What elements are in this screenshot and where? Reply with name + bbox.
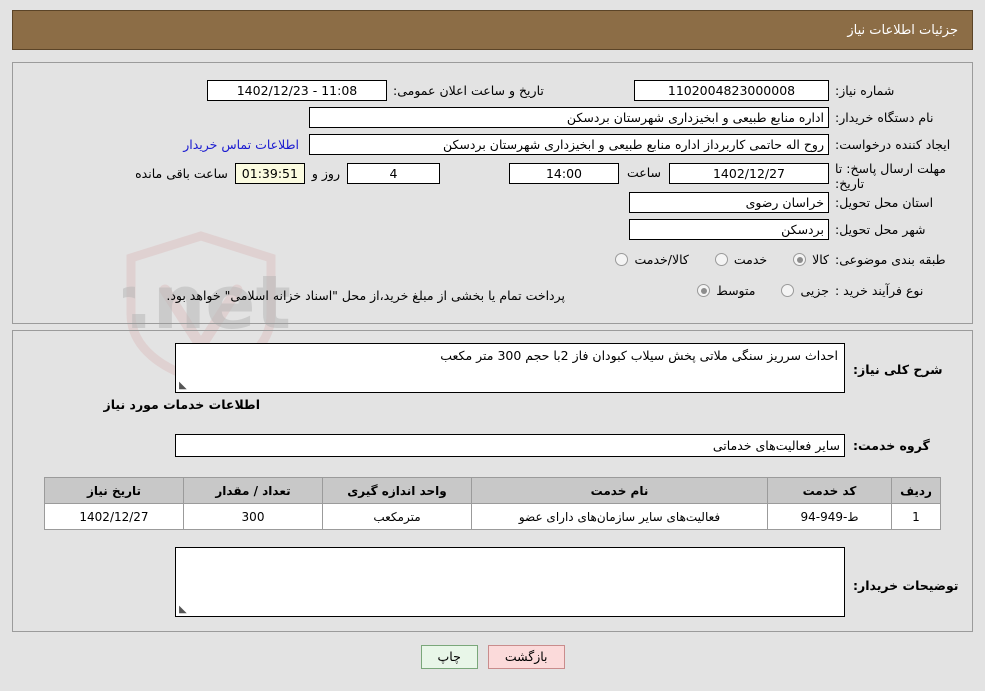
cell-name: فعالیت‌های سایر سازمان‌های دارای عضو <box>471 503 768 530</box>
service-group-label: گروه خدمت: <box>853 438 930 453</box>
cell-date: 1402/12/27 <box>44 503 184 530</box>
province-label: استان محل تحویل: <box>835 195 934 210</box>
purchase-type-label: نوع فرآیند خرید : <box>835 283 924 298</box>
category-row: طبقه بندی موضوعی: کالا خدمت کالا/خدمت <box>589 252 955 267</box>
services-table-wrapper: ردیف کد خدمت نام خدمت واحد اندازه گیری ت… <box>44 477 941 530</box>
province-row: استان محل تحویل: خراسان رضوی <box>629 192 955 213</box>
deadline-time-value: 14:00 <box>508 163 619 184</box>
purchase-type-radio-icon[interactable] <box>697 284 711 297</box>
requester-value: روح اله حاتمی کاربرداز اداره منابع طبیعی… <box>309 134 829 155</box>
category-option-label: کالا <box>812 252 829 267</box>
table-row: 1 ط-949-94 فعالیت‌های سایر سازمان‌های دا… <box>44 503 941 530</box>
purchase-type-option-1[interactable]: متوسط <box>697 283 755 298</box>
services-heading: اطلاعات خدمات مورد نیاز <box>103 397 261 412</box>
col-row: ردیف <box>891 477 941 504</box>
category-option-label: خدمت <box>733 252 768 267</box>
col-code: کد خدمت <box>767 477 892 504</box>
remaining-suffix-label: ساعت باقی مانده <box>135 166 228 181</box>
payment-note: پرداخت تمام یا بخشی از مبلغ خرید،از محل … <box>166 288 565 303</box>
col-date: تاریخ نیاز <box>44 477 184 504</box>
need-number-value: 1102004823000008 <box>634 80 829 101</box>
purchase-type-option-0[interactable]: جزیی <box>781 283 829 298</box>
purchase-type-radio-icon[interactable] <box>781 284 795 297</box>
countdown-row: 4 روز و 01:39:51 ساعت باقی مانده <box>135 163 440 184</box>
service-group-value: سایر فعالیت‌های خدماتی <box>175 434 845 457</box>
col-name: نام خدمت <box>471 477 768 504</box>
category-option-1[interactable]: خدمت <box>714 252 768 267</box>
need-summary-value: احداث سرریز سنگی ملاتی پخش سیلاب کبودان … <box>440 348 838 363</box>
cell-code: ط-949-94 <box>767 503 892 530</box>
purchase-type-row: نوع فرآیند خرید : جزیی متوسط <box>671 283 955 298</box>
hour-label: ساعت <box>626 165 661 180</box>
countdown-timer: 01:39:51 <box>234 163 305 184</box>
services-table: ردیف کد خدمت نام خدمت واحد اندازه گیری ت… <box>44 477 941 530</box>
footer-button-bar: بازگشت چاپ <box>0 645 985 669</box>
days-remaining-value: 4 <box>347 163 440 184</box>
need-summary-label: شرح کلی نیاز: <box>853 362 943 377</box>
buyer-contact-link[interactable]: اطلاعات تماس خریدار <box>183 137 299 152</box>
deadline-date-value: 1402/12/27 <box>669 163 829 184</box>
announce-datetime-label: تاریخ و ساعت اعلان عمومی: <box>393 83 544 98</box>
need-number-row: شماره نیاز: 1102004823000008 <box>634 80 955 101</box>
resize-grip-icon[interactable]: ◢ <box>179 380 189 391</box>
category-option-label: کالا/خدمت <box>634 252 689 267</box>
city-value: بردسکن <box>629 219 829 240</box>
cell-unit: مترمکعب <box>322 503 472 530</box>
cell-quantity: 300 <box>183 503 323 530</box>
buyer-notes-textarea[interactable]: ◢ <box>175 547 845 617</box>
deadline-label: مهلت ارسال پاسخ: تا تاریخ: <box>835 161 946 191</box>
purchase-type-option-label: متوسط <box>716 283 756 298</box>
page-title-bar: جزئیات اطلاعات نیاز <box>12 10 973 50</box>
province-value: خراسان رضوی <box>629 192 829 213</box>
need-number-label: شماره نیاز: <box>835 83 895 98</box>
deadline-row: مهلت ارسال پاسخ: تا تاریخ: 1402/12/27 سا… <box>508 161 955 191</box>
buyer-notes-label: توضیحات خریدار: <box>853 578 959 593</box>
resize-grip-icon[interactable]: ◢ <box>179 604 189 615</box>
page-root: AriaTender.net جزئیات اطلاعات نیاز شماره… <box>0 0 985 691</box>
requester-label: ایجاد کننده درخواست: <box>835 137 951 152</box>
category-option-2[interactable]: کالا/خدمت <box>615 252 689 267</box>
need-summary-textarea[interactable]: احداث سرریز سنگی ملاتی پخش سیلاب کبودان … <box>175 343 845 393</box>
buyer-org-row: نام دستگاه خریدار: اداره منابع طبیعی و ا… <box>309 107 955 128</box>
buyer-org-label: نام دستگاه خریدار: <box>835 110 934 125</box>
city-row: شهر محل تحویل: بردسکن <box>629 219 955 240</box>
category-radio-icon[interactable] <box>793 253 807 266</box>
buyer-org-value: اداره منابع طبیعی و ابخیزداری شهرستان بر… <box>309 107 829 128</box>
back-button[interactable]: بازگشت <box>487 645 565 669</box>
category-radio-icon[interactable] <box>615 253 629 266</box>
table-header-row: ردیف کد خدمت نام خدمت واحد اندازه گیری ت… <box>44 477 941 504</box>
announce-datetime-row: تاریخ و ساعت اعلان عمومی: 11:08 - 1402/1… <box>207 80 573 101</box>
days-label: روز و <box>311 166 340 181</box>
requester-row: ایجاد کننده درخواست: روح اله حاتمی کاربر… <box>183 134 955 155</box>
purchase-type-option-label: جزیی <box>800 283 829 298</box>
page-title: جزئیات اطلاعات نیاز <box>847 22 958 38</box>
city-label: شهر محل تحویل: <box>835 222 926 237</box>
print-button[interactable]: چاپ <box>420 645 478 669</box>
announce-datetime-value: 11:08 - 1402/12/23 <box>207 80 387 101</box>
col-quantity: تعداد / مقدار <box>183 477 323 504</box>
category-radio-icon[interactable] <box>714 253 728 266</box>
category-label: طبقه بندی موضوعی: <box>835 252 946 267</box>
col-unit: واحد اندازه گیری <box>322 477 472 504</box>
category-option-0[interactable]: کالا <box>793 252 829 267</box>
cell-row: 1 <box>891 503 941 530</box>
